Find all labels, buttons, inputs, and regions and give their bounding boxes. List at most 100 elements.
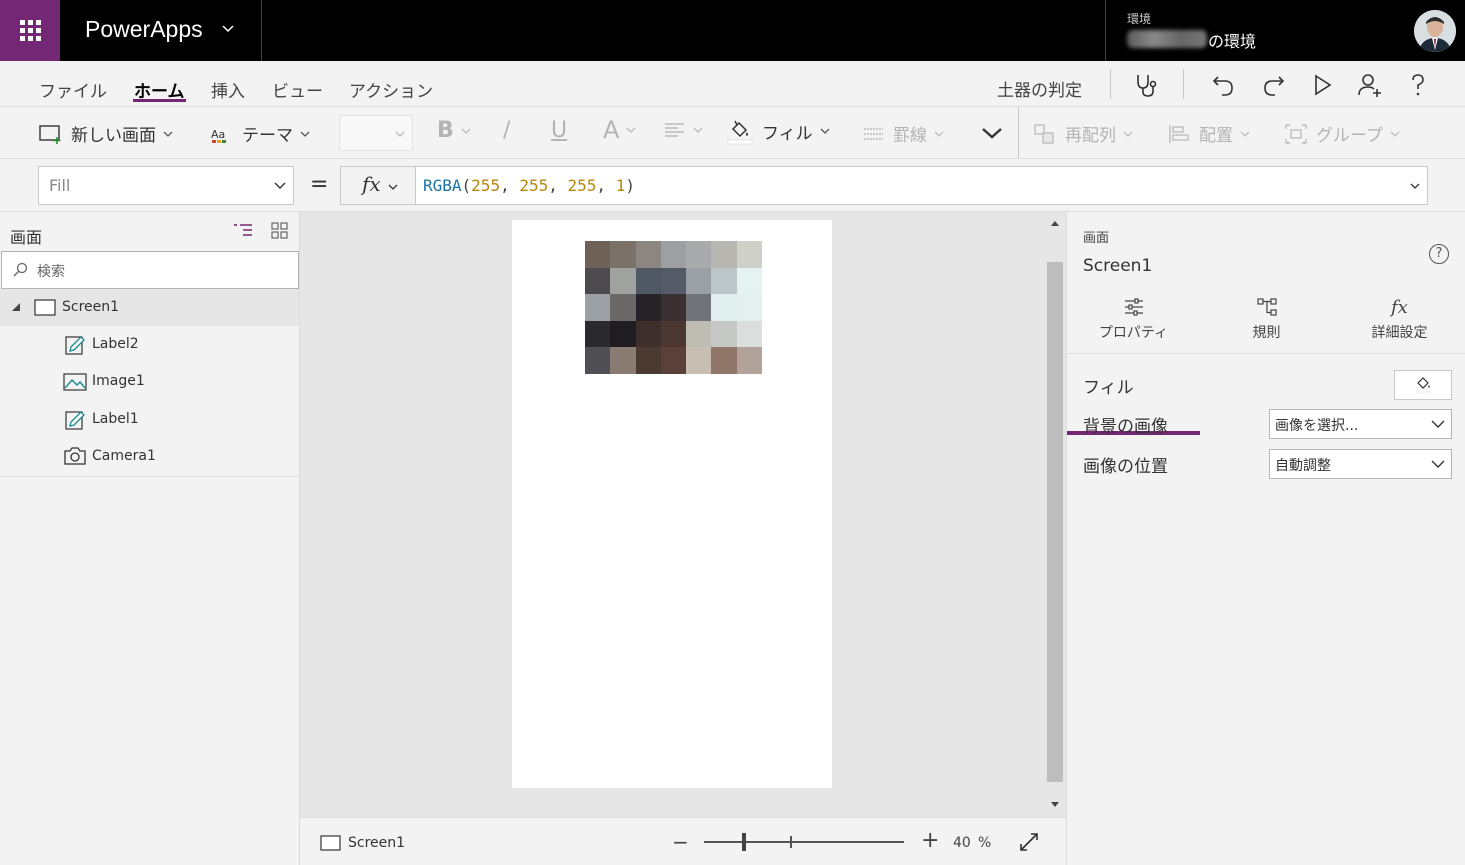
mosaic-cell (585, 347, 611, 374)
fill-color-picker[interactable] (1394, 370, 1452, 400)
formula-bar: Fill = fx RGBA(255, 255, 255, 1) (0, 159, 1465, 212)
environment-picker[interactable]: 環境 の環境 (1105, 0, 1405, 61)
tree-item-screen1[interactable]: Screen1 (0, 289, 299, 326)
menu-action[interactable]: アクション (349, 77, 433, 102)
ribbon-expand-chevron-icon[interactable] (981, 124, 1003, 142)
fill-button[interactable]: フィル (726, 117, 831, 145)
mosaic-cell (635, 347, 661, 374)
stethoscope-icon[interactable] (1132, 71, 1160, 99)
tree-view-icon[interactable] (232, 222, 254, 240)
formula-text: RGBA(255, 255, 255, 1) (423, 176, 635, 195)
tab-label: プロパティ (1098, 325, 1169, 341)
search-icon (13, 262, 28, 277)
tab-properties[interactable]: プロパティ (1067, 294, 1200, 435)
design-canvas[interactable] (300, 212, 1066, 817)
border-button[interactable]: 罫線 (863, 121, 945, 146)
powerapps-studio: PowerApps 環境 の環境 ファイル ホーム 挿入 ビュー アクション 土… (0, 0, 1465, 865)
mosaic-cell (736, 320, 762, 348)
tree-item-image1[interactable]: Image1 (0, 363, 299, 400)
tree-item-camera1[interactable]: Camera1 (0, 438, 299, 475)
property-dropdown[interactable]: Fill (38, 166, 294, 205)
font-color-label: A (603, 116, 620, 144)
properties-sliders-icon (1124, 298, 1143, 316)
text-align-button[interactable] (664, 121, 704, 139)
theme-button[interactable]: Aa テーマ (210, 121, 311, 146)
divider (261, 0, 262, 61)
app-checker-label[interactable]: 土器の判定 (997, 76, 1082, 101)
screen-icon (34, 299, 56, 316)
menu-file[interactable]: ファイル (39, 77, 107, 102)
zoom-in-button[interactable]: + (921, 828, 939, 853)
image1-pixelated-photo[interactable] (585, 241, 762, 374)
chevron-down-icon (693, 127, 703, 133)
mosaic-cell (686, 347, 712, 374)
help-icon[interactable]: ? (1429, 244, 1449, 264)
new-screen-button[interactable]: 新しい画面 (39, 121, 174, 146)
thumbnail-view-icon[interactable] (270, 221, 290, 241)
chevron-down-icon (820, 128, 830, 134)
tree-item-label2[interactable]: Label2 (0, 326, 299, 363)
environment-owner-blurred (1127, 30, 1207, 48)
formula-input[interactable]: RGBA(255, 255, 255, 1) (415, 166, 1428, 205)
mosaic-cell (711, 241, 737, 268)
border-icon (864, 127, 883, 140)
selected-kind: 画面 (1083, 231, 1110, 246)
italic-button[interactable]: / (503, 118, 510, 143)
zoom-slider[interactable] (704, 841, 904, 843)
mosaic-cell (635, 267, 661, 295)
help-icon[interactable] (1404, 71, 1432, 99)
tab-rules[interactable]: 規則 (1200, 294, 1333, 354)
share-user-icon[interactable] (1356, 71, 1384, 99)
chevron-down-icon[interactable] (221, 22, 235, 36)
zoom-slider-thumb[interactable] (742, 833, 746, 851)
collapse-triangle-icon[interactable] (11, 302, 21, 312)
scroll-down-arrow-icon[interactable] (1050, 801, 1060, 809)
image-position-dropdown[interactable]: 自動調整 (1269, 449, 1452, 479)
bold-button[interactable]: B (437, 118, 472, 143)
zoom-out-button[interactable]: − (672, 830, 689, 854)
search-input[interactable]: 検索 (1, 251, 299, 289)
scrollbar-thumb[interactable] (1047, 262, 1063, 782)
rules-flow-icon (1256, 298, 1277, 316)
bold-label: B (437, 118, 454, 143)
current-screen-label[interactable]: Screen1 (348, 835, 405, 851)
mosaic-cell (635, 241, 661, 268)
screen1-canvas[interactable] (512, 220, 832, 788)
tab-advanced[interactable]: fx 詳細設定 (1333, 294, 1465, 354)
menu-view[interactable]: ビュー (272, 77, 323, 102)
reorder-label: 再配列 (1065, 126, 1116, 146)
chevron-down-icon (1240, 131, 1250, 137)
function-picker[interactable]: fx (340, 166, 416, 205)
fill-label: フィル (762, 123, 813, 144)
theme-icon: Aa (211, 128, 226, 143)
font-color-button[interactable]: A (603, 116, 637, 144)
scroll-up-arrow-icon[interactable] (1050, 219, 1060, 227)
reorder-button[interactable]: 再配列 (1033, 121, 1134, 146)
fx-icon: fx (1389, 297, 1408, 318)
app-name[interactable]: PowerApps (85, 16, 203, 43)
redo-icon[interactable] (1259, 71, 1287, 99)
tab-label: 詳細設定 (1371, 325, 1428, 341)
menu-insert[interactable]: 挿入 (211, 77, 245, 102)
background-image-dropdown[interactable]: 画像を選択... (1269, 409, 1452, 439)
canvas-vertical-scrollbar[interactable] (1045, 212, 1065, 817)
app-launcher-icon[interactable] (0, 0, 60, 61)
group-button[interactable]: グループ (1284, 121, 1401, 146)
underline-button[interactable]: U (551, 118, 567, 143)
selected-name[interactable]: Screen1 (1083, 256, 1152, 276)
divider (1018, 107, 1019, 159)
align-button[interactable]: 配置 (1167, 121, 1251, 146)
mosaic-cell (711, 320, 737, 348)
play-icon[interactable] (1308, 71, 1336, 99)
mosaic-cell (660, 294, 687, 321)
fit-to-window-icon[interactable] (1018, 831, 1040, 853)
font-size-select[interactable] (339, 115, 413, 151)
chevron-down-icon (1431, 420, 1445, 428)
mosaic-cell (711, 347, 737, 374)
tree-item-label1[interactable]: Label1 (0, 401, 299, 438)
mosaic-cell (736, 294, 762, 321)
undo-icon[interactable] (1210, 71, 1238, 99)
avatar[interactable] (1405, 0, 1465, 61)
expand-formula-chevron-icon[interactable] (1409, 180, 1421, 192)
chevron-down-icon (395, 131, 405, 137)
